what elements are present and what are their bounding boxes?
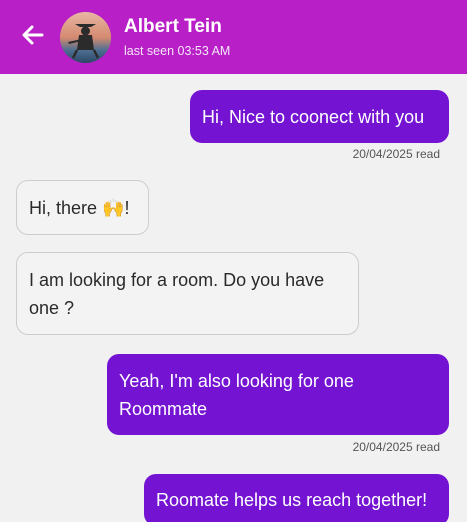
message-list[interactable]: Hi, Nice to coonect with you 20/04/2025 …	[0, 74, 467, 522]
contact-name[interactable]: Albert Tein	[124, 16, 222, 38]
back-button[interactable]	[20, 22, 46, 48]
chat-header: Albert Tein last seen 03:53 AM	[0, 0, 467, 74]
message-bubble-incoming[interactable]: Hi, there 🙌!	[16, 180, 149, 235]
message-text: Yeah, I'm also looking for one Roommate	[119, 370, 354, 419]
message-text: Roomate helps us reach together!	[156, 490, 428, 510]
message-bubble-outgoing[interactable]: Yeah, I'm also looking for one Roommate	[107, 354, 449, 435]
avatar[interactable]	[60, 12, 111, 63]
message-text: Hi, Nice to coonect with you	[202, 106, 425, 127]
message-meta: 20/04/2025 read	[352, 440, 440, 454]
message-bubble-outgoing[interactable]: Roomate helps us reach together!	[144, 474, 449, 522]
message-text: Hi, there 🙌!	[29, 197, 130, 218]
last-seen-status: last seen 03:53 AM	[124, 44, 231, 58]
message-bubble-outgoing[interactable]: Hi, Nice to coonect with you	[190, 90, 449, 143]
message-meta: 20/04/2025 read	[352, 147, 440, 161]
arrow-left-icon	[22, 25, 44, 45]
avatar-image	[60, 12, 111, 63]
message-text: I am looking for a room. Do you have one…	[29, 269, 325, 318]
message-bubble-incoming[interactable]: I am looking for a room. Do you have one…	[16, 252, 359, 335]
